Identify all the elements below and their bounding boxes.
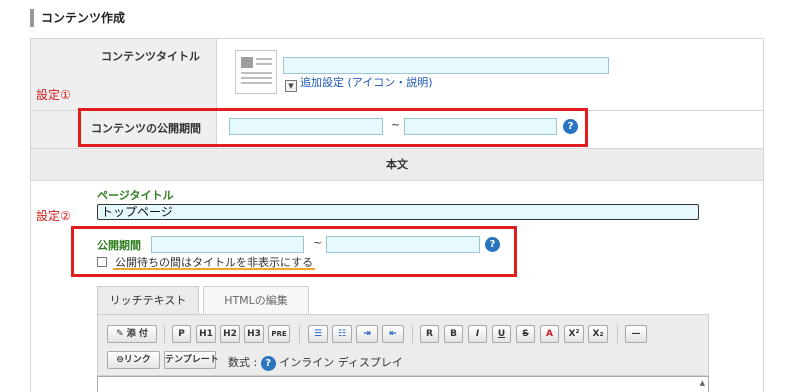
setting-1-annotation: 設定①: [36, 88, 71, 102]
heading2-button[interactable]: H2: [220, 325, 240, 343]
text-color-button[interactable]: A: [540, 325, 559, 343]
text-line: [241, 77, 272, 79]
page-title-input[interactable]: トップページ: [97, 204, 699, 220]
formula-control: 数式 : ? インライン ディスプレイ: [228, 354, 403, 371]
bullet-list-icon[interactable]: ☷: [332, 325, 352, 343]
horizontal-rule-icon[interactable]: —: [625, 325, 647, 343]
attach-button[interactable]: ✎ 添 付: [107, 325, 157, 343]
additional-settings-link[interactable]: ▼ 追加設定 (アイコン・説明): [285, 74, 433, 92]
toolbar-separator: [164, 325, 165, 343]
outdent-icon[interactable]: ⇤: [382, 325, 404, 343]
section-title: コンテンツ作成: [30, 9, 125, 27]
ordered-list-icon[interactable]: ☰: [308, 325, 328, 343]
toolbar-separator: [299, 325, 300, 343]
text-line: [241, 82, 272, 84]
subscript-button[interactable]: X₂: [588, 325, 608, 343]
text-line: [256, 58, 272, 60]
toolbar-separator: [617, 325, 618, 343]
formula-label: 数式 :: [228, 356, 258, 369]
attach-button-label: 添 付: [126, 329, 148, 339]
strikethrough-button[interactable]: S: [516, 325, 535, 343]
setting-2-highlight-box: [71, 226, 517, 277]
formula-display-button[interactable]: ディスプレイ: [338, 356, 403, 369]
rich-text-editor-area[interactable]: ▲: [97, 376, 709, 392]
setting-2-annotation: 設定②: [36, 209, 71, 223]
paragraph-button[interactable]: P: [172, 325, 191, 343]
indent-icon[interactable]: ⇥: [356, 325, 378, 343]
link-icon: ⊖: [116, 355, 124, 365]
heading1-button[interactable]: H1: [196, 325, 216, 343]
italic-button[interactable]: I: [468, 325, 487, 343]
link-button[interactable]: ⊖リンク: [107, 351, 160, 369]
bold-button[interactable]: B: [444, 325, 463, 343]
superscript-button[interactable]: X²: [564, 325, 584, 343]
tab-html-edit[interactable]: HTMLの編集: [203, 286, 309, 314]
content-title-label: コンテンツタイトル: [101, 50, 200, 63]
formula-inline-button[interactable]: インライン: [279, 356, 334, 369]
image-icon: [241, 57, 253, 68]
toolbar-separator: [412, 325, 413, 343]
editor-toolbar: ✎ 添 付 P H1 H2 H3 PRE ☰ ☷ ⇥ ⇤ R B I U S A…: [97, 314, 709, 376]
scroll-up-icon[interactable]: ▲: [700, 379, 705, 387]
content-icon-placeholder[interactable]: [235, 50, 277, 94]
help-icon[interactable]: ?: [260, 355, 276, 371]
chevron-down-icon: ▼: [285, 80, 297, 92]
heading3-button[interactable]: H3: [244, 325, 264, 343]
tab-rich-text[interactable]: リッチテキスト: [97, 286, 199, 314]
template-button[interactable]: テンプレート: [164, 351, 219, 369]
paperclip-icon: ✎: [116, 329, 124, 339]
remove-format-button[interactable]: R: [420, 325, 439, 343]
body-header: 本文: [31, 149, 763, 181]
link-button-label: リンク: [123, 355, 151, 365]
page-title-label: ページタイトル: [97, 189, 174, 202]
underline-button[interactable]: U: [492, 325, 511, 343]
preformatted-button[interactable]: PRE: [268, 325, 290, 343]
text-line: [256, 63, 272, 65]
content-title-input[interactable]: [283, 57, 609, 74]
setting-1-highlight-box: [78, 108, 588, 147]
additional-settings-label: 追加設定 (アイコン・説明): [300, 76, 433, 89]
text-line: [241, 72, 272, 74]
